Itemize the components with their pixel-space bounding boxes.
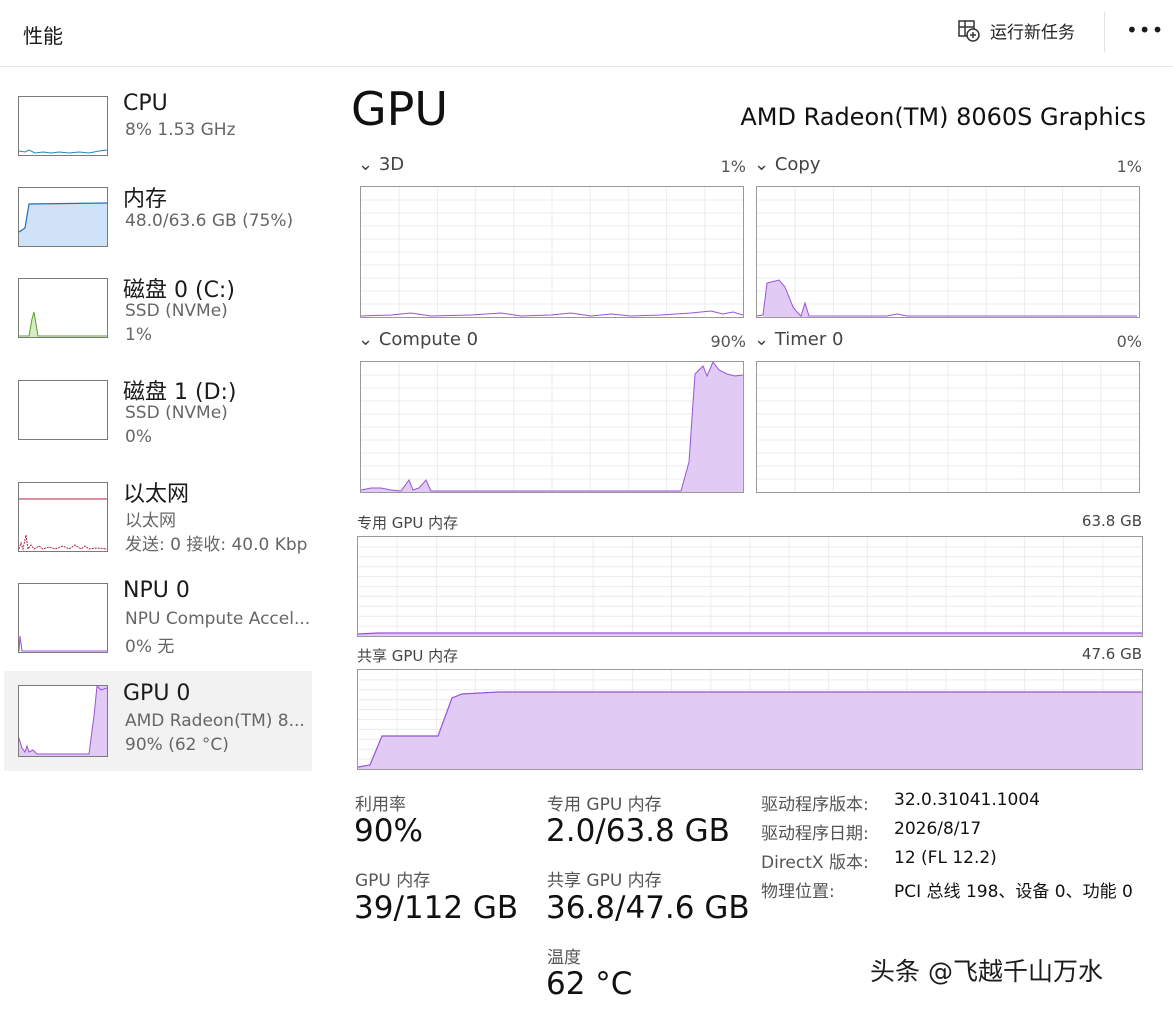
sidebar-item-gpu[interactable]: GPU 0 AMD Radeon(TM) 8... 90% (62 °C) (4, 671, 312, 771)
engine-3d-graph (360, 186, 744, 318)
npu-thumbnail-graph (18, 583, 108, 653)
sidebar-item-throughput: 发送: 0 接收: 40.0 Kbp (125, 535, 308, 555)
sidebar-item-detail: SSD (NVMe) (125, 403, 228, 423)
sidebar-item-title: 以太网 (123, 482, 190, 507)
sidebar-item-disk-1[interactable]: 磁盘 1 (D:) SSD (NVMe) 0% (4, 368, 312, 468)
engine-label: Compute 0 (378, 329, 479, 350)
info-value: 32.0.31041.1004 (894, 790, 1041, 810)
temperature-label: 温度 (547, 948, 581, 968)
sidebar-item-usage: 0% 无 (125, 637, 175, 657)
sidebar-item-detail: 8% 1.53 GHz (125, 120, 236, 140)
sidebar-item-detail: AMD Radeon(TM) 8... (125, 711, 305, 731)
sidebar-item-title: 磁盘 1 (D:) (123, 380, 237, 405)
gpu-device-name: AMD Radeon(TM) 8060S Graphics (740, 103, 1146, 131)
cpu-thumbnail-graph (18, 96, 108, 156)
engine-selector-3d[interactable]: ⌄ 3D (358, 154, 404, 175)
shared-memory-graph (357, 669, 1143, 770)
info-key: DirectX 版本: (761, 853, 869, 873)
sidebar-item-usage: 1% (125, 325, 152, 345)
engine-selector-compute-0[interactable]: ⌄ Compute 0 (358, 329, 478, 350)
info-key: 驱动程序日期: (761, 824, 869, 844)
temperature-value: 62 °C (546, 966, 633, 1002)
header-divider (1104, 12, 1105, 52)
sidebar-item-title: GPU 0 (123, 681, 191, 706)
gpu-thumbnail-graph (18, 685, 108, 757)
shared-gpu-memory-value: 36.8/47.6 GB (546, 890, 750, 926)
run-new-task-button[interactable]: 运行新任务 (956, 14, 1075, 46)
info-value: 2026/8/17 (894, 819, 982, 839)
info-value: PCI 总线 198、设备 0、功能 0 (894, 882, 1133, 902)
page-title: 性能 (23, 24, 63, 48)
chevron-down-icon: ⌄ (358, 329, 374, 350)
dedicated-gpu-memory-value: 2.0/63.8 GB (546, 813, 730, 849)
new-task-icon (956, 18, 980, 42)
chevron-down-icon: ⌄ (754, 154, 770, 175)
utilization-value: 90% (354, 813, 423, 849)
engine-percent: 1% (1116, 157, 1142, 176)
sidebar-item-memory[interactable]: 内存 48.0/63.6 GB (75%) (4, 175, 312, 275)
disk0-thumbnail-graph (18, 278, 108, 338)
dedicated-memory-graph (357, 536, 1143, 637)
watermark: 头条 @飞越千山万水 (870, 957, 1103, 986)
dedicated-gpu-memory-label: 专用 GPU 内存 (547, 795, 662, 815)
sidebar-item-title: NPU 0 (123, 578, 190, 603)
engine-label: Copy (774, 154, 821, 175)
sidebar-item-cpu[interactable]: CPU 8% 1.53 GHz (4, 84, 312, 184)
disk1-thumbnail-graph (18, 380, 108, 440)
engine-copy-graph (756, 186, 1140, 318)
sidebar-item-detail: NPU Compute Accel... (125, 609, 311, 629)
shared-memory-label: 共享 GPU 内存 (357, 647, 459, 665)
shared-memory-max: 47.6 GB (1081, 645, 1142, 663)
sidebar-item-detail: SSD (NVMe) (125, 301, 228, 321)
chevron-down-icon: ⌄ (754, 329, 770, 350)
engine-selector-copy[interactable]: ⌄ Copy (754, 154, 821, 175)
engine-label: Timer 0 (774, 329, 844, 350)
ethernet-thumbnail-graph (18, 482, 108, 552)
gpu-memory-value: 39/112 GB (354, 890, 519, 926)
sidebar-item-detail: 以太网 (125, 511, 176, 531)
memory-thumbnail-graph (18, 187, 108, 247)
sidebar-item-title: CPU (123, 91, 168, 116)
engine-selector-timer-0[interactable]: ⌄ Timer 0 (754, 329, 843, 350)
section-title: GPU (351, 82, 449, 136)
sidebar-item-title: 磁盘 0 (C:) (123, 278, 235, 303)
run-new-task-label: 运行新任务 (990, 22, 1075, 43)
shared-gpu-memory-label: 共享 GPU 内存 (547, 871, 662, 891)
sidebar-item-ethernet[interactable]: 以太网 以太网 发送: 0 接收: 40.0 Kbp (4, 470, 312, 570)
more-options-icon[interactable]: ••• (1126, 18, 1164, 42)
dedicated-memory-label: 专用 GPU 内存 (357, 514, 459, 532)
engine-timer-graph (756, 361, 1140, 493)
info-value: 12 (FL 12.2) (894, 848, 997, 868)
sidebar-item-title: 内存 (123, 187, 168, 212)
engine-percent: 1% (720, 157, 746, 176)
sidebar-item-usage: 0% (125, 427, 152, 447)
engine-label: 3D (378, 154, 405, 175)
engine-percent: 0% (1116, 332, 1142, 351)
sidebar-item-npu[interactable]: NPU 0 NPU Compute Accel... 0% 无 (4, 573, 312, 673)
engine-compute-graph (360, 361, 744, 493)
gpu-memory-label: GPU 内存 (355, 871, 431, 891)
engine-percent: 90% (710, 332, 746, 351)
info-key: 驱动程序版本: (761, 795, 869, 815)
sidebar-item-usage: 90% (62 °C) (125, 735, 229, 755)
utilization-label: 利用率 (355, 795, 406, 815)
info-key: 物理位置: (761, 882, 835, 902)
sidebar-item-detail: 48.0/63.6 GB (75%) (125, 211, 294, 231)
sidebar-item-disk-0[interactable]: 磁盘 0 (C:) SSD (NVMe) 1% (4, 266, 312, 366)
chevron-down-icon: ⌄ (358, 154, 374, 175)
dedicated-memory-max: 63.8 GB (1081, 512, 1142, 530)
